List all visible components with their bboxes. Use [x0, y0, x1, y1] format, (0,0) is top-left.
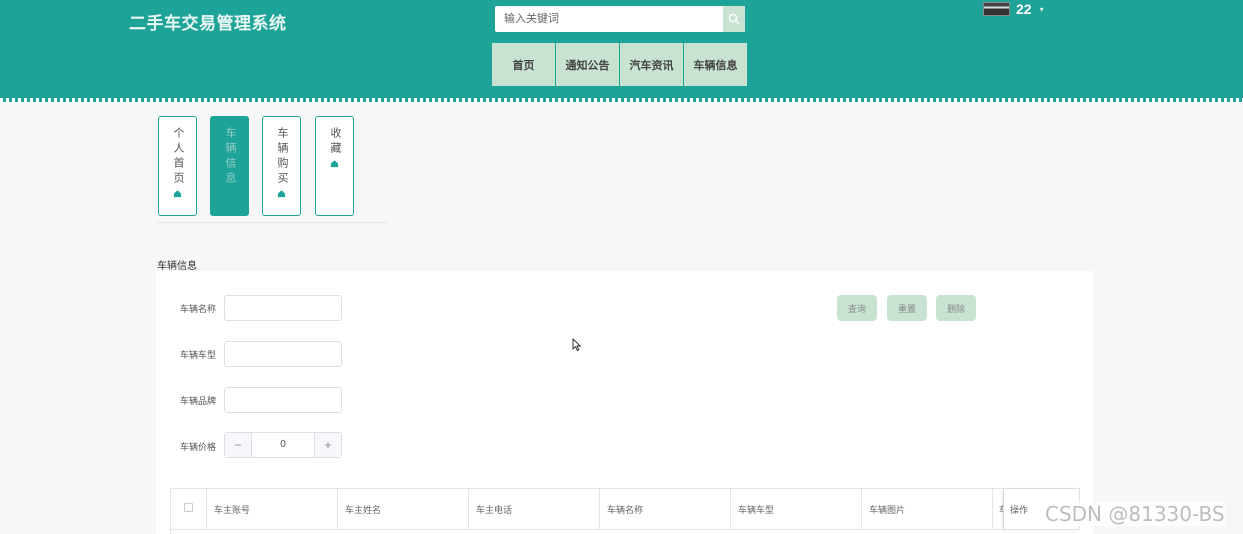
home-icon	[277, 190, 286, 198]
vehicle-model-label: 车辆车型	[180, 350, 217, 360]
tab-label: 个人首页	[172, 127, 184, 187]
watermark: CSDN @81330-BS	[1045, 502, 1225, 526]
vehicle-brand-input[interactable]	[224, 387, 342, 413]
tab-vehicle-info[interactable]: 车辆信息	[210, 116, 249, 216]
search-input[interactable]	[495, 6, 723, 32]
decrement-button[interactable]: −	[225, 433, 252, 457]
column-header[interactable]: 车主账号	[207, 489, 338, 530]
column-header[interactable]: 车主电话	[469, 489, 600, 530]
nav-news[interactable]: 汽车资讯	[620, 43, 683, 86]
column-header[interactable]: 车	[993, 489, 1004, 530]
vehicle-price-label: 车辆价格	[180, 442, 217, 452]
column-header[interactable]: 车辆名称	[600, 489, 731, 530]
mouse-cursor-icon	[572, 338, 582, 352]
page-title: 车辆信息	[157, 261, 197, 272]
column-header[interactable]: 车主姓名	[338, 489, 469, 530]
user-menu[interactable]: 22 ▾	[983, 0, 1044, 18]
home-icon	[173, 190, 182, 198]
vehicle-brand-label: 车辆品牌	[180, 396, 217, 406]
app-title: 二手车交易管理系统	[129, 14, 287, 33]
select-all-cell	[171, 489, 207, 530]
delete-button[interactable]: 删除	[936, 295, 976, 321]
increment-button[interactable]: +	[314, 433, 341, 457]
search-box	[495, 6, 745, 32]
avatar	[983, 2, 1010, 16]
home-icon	[330, 160, 339, 168]
column-header[interactable]: 车辆图片	[862, 489, 993, 530]
vehicle-model-input[interactable]	[224, 341, 342, 367]
vehicle-table: 车主账号 车主姓名 车主电话 车辆名称 车辆车型 车辆图片 车 操作	[170, 488, 1080, 534]
header-divider	[0, 98, 1243, 102]
nav-home[interactable]: 首页	[492, 43, 555, 86]
query-button[interactable]: 查询	[837, 295, 877, 321]
home-icon	[225, 190, 234, 198]
vehicle-name-input[interactable]	[224, 295, 342, 321]
user-name: 22	[1016, 1, 1032, 17]
search-icon	[728, 13, 740, 25]
tab-label: 收藏	[329, 127, 341, 157]
search-button[interactable]	[723, 6, 745, 32]
tab-label: 车辆购买	[276, 127, 288, 187]
vehicle-name-label: 车辆名称	[180, 304, 217, 314]
nav-vehicle-info[interactable]: 车辆信息	[684, 43, 747, 86]
price-value[interactable]: 0	[252, 433, 314, 457]
tab-label: 车辆信息	[224, 127, 236, 187]
tab-vehicle-purchase[interactable]: 车辆购买	[262, 116, 301, 216]
tab-personal-home[interactable]: 个人首页	[158, 116, 197, 216]
chevron-down-icon[interactable]: ▾	[1040, 5, 1044, 14]
main-nav: 首页 通知公告 汽车资讯 车辆信息	[492, 43, 748, 86]
tabs-divider	[157, 222, 387, 223]
price-stepper: − 0 +	[224, 432, 342, 458]
column-header[interactable]: 车辆车型	[731, 489, 862, 530]
reset-button[interactable]: 重置	[887, 295, 927, 321]
nav-notice[interactable]: 通知公告	[556, 43, 619, 86]
select-all-checkbox[interactable]	[184, 503, 193, 512]
tab-favorites[interactable]: 收藏	[315, 116, 354, 216]
